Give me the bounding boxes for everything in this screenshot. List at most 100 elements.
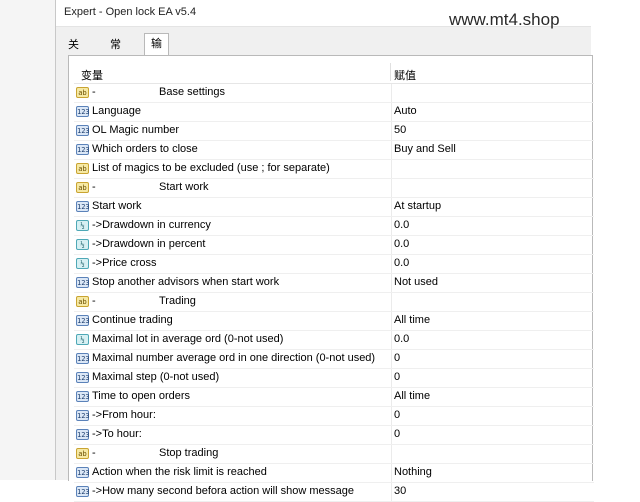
section-title: Base settings: [159, 86, 226, 98]
string-param-icon: ab: [76, 182, 89, 193]
section-row[interactable]: ab - Stop trading: [74, 445, 594, 464]
cell-divider: [391, 198, 392, 216]
section-row[interactable]: ab - Start work: [74, 179, 594, 198]
parameter-value[interactable]: 50: [394, 124, 406, 136]
cell-divider: [391, 293, 392, 311]
parameter-row[interactable]: 123 Time to open orders All time: [74, 388, 594, 407]
double-param-icon: ½: [76, 258, 89, 269]
cell-divider: [391, 483, 392, 501]
integer-param-icon: 123: [76, 467, 90, 478]
integer-param-icon: 123: [76, 125, 90, 136]
column-divider[interactable]: [390, 63, 391, 81]
double-param-icon: ½: [76, 220, 89, 231]
parameter-row[interactable]: 123 ->How many second befora action will …: [74, 483, 594, 502]
parameter-name: ->To hour:: [92, 428, 142, 440]
integer-param-icon: 123: [76, 277, 90, 288]
cell-divider: [391, 160, 392, 178]
parameter-name: Maximal lot in average ord (0-not used): [92, 333, 284, 345]
parameter-row[interactable]: 123 Continue trading All time: [74, 312, 594, 331]
parameter-value[interactable]: All time: [394, 314, 430, 326]
parameter-value[interactable]: 0.0: [394, 219, 409, 231]
parameter-value[interactable]: Not used: [394, 276, 438, 288]
parameter-row[interactable]: ½ ->Drawdown in currency 0.0: [74, 217, 594, 236]
parameter-row[interactable]: 123 ->To hour: 0: [74, 426, 594, 445]
integer-param-icon: 123: [76, 372, 90, 383]
parameter-row[interactable]: ½ Maximal lot in average ord (0-not used)…: [74, 331, 594, 350]
parameter-name: Language: [92, 105, 141, 117]
cell-divider: [391, 274, 392, 292]
cell-divider: [391, 217, 392, 235]
parameter-row[interactable]: 123 Start work At startup: [74, 198, 594, 217]
integer-param-icon: 123: [76, 144, 90, 155]
cell-divider: [391, 179, 392, 197]
string-param-icon: ab: [76, 296, 89, 307]
tab-inputs[interactable]: 输入参数: [144, 33, 169, 110]
parameter-row[interactable]: 123 Stop another advisors when start work…: [74, 274, 594, 293]
cell-divider: [391, 122, 392, 140]
cell-divider: [391, 84, 392, 102]
integer-param-icon: 123: [76, 201, 90, 212]
parameter-row[interactable]: 123 Action when the risk limit is reached…: [74, 464, 594, 483]
parameter-name: -: [92, 86, 96, 98]
parameter-name: ->Drawdown in currency: [92, 219, 211, 231]
cell-divider: [391, 407, 392, 425]
parameter-value[interactable]: 0: [394, 428, 400, 440]
watermark: www.mt4.shop: [449, 10, 560, 29]
cell-divider: [391, 369, 392, 387]
double-param-icon: ½: [76, 239, 89, 250]
parameter-row[interactable]: 123 Which orders to close Buy and Sell: [74, 141, 594, 160]
integer-param-icon: 123: [76, 486, 90, 497]
inputs-panel: 变量 赋值 ab - Base settings 123 Language Auto 123…: [68, 55, 594, 502]
parameter-value[interactable]: 0: [394, 409, 400, 421]
parameter-value[interactable]: 0.0: [394, 333, 409, 345]
parameter-value[interactable]: 0: [394, 352, 400, 364]
parameter-row[interactable]: ab List of magics to be excluded (use ; f…: [74, 160, 594, 179]
parameter-name: -: [92, 447, 96, 459]
parameter-value[interactable]: 0.0: [394, 238, 409, 250]
parameter-name: Start work: [92, 200, 142, 212]
cell-divider: [391, 331, 392, 349]
parameter-row[interactable]: 123 OL Magic number 50: [74, 122, 594, 141]
tab-common[interactable]: 常用: [104, 36, 127, 69]
cell-divider: [391, 312, 392, 330]
section-title: Start work: [159, 181, 209, 193]
variable-column-header[interactable]: 变量: [81, 67, 103, 83]
cell-divider: [391, 426, 392, 444]
section-row[interactable]: ab - Trading: [74, 293, 594, 312]
parameter-name: -: [92, 181, 96, 193]
parameter-row[interactable]: ½ ->Drawdown in percent 0.0: [74, 236, 594, 255]
parameter-name: Maximal step (0-not used): [92, 371, 220, 383]
cell-divider: [391, 255, 392, 273]
string-param-icon: ab: [76, 163, 89, 174]
value-column-header[interactable]: 赋值: [394, 67, 416, 83]
parameter-value[interactable]: Nothing: [394, 466, 432, 478]
parameter-name: Continue trading: [92, 314, 173, 326]
parameter-row[interactable]: ½ ->Price cross 0.0: [74, 255, 594, 274]
parameter-value[interactable]: Buy and Sell: [394, 143, 456, 155]
parameter-name: OL Magic number: [92, 124, 180, 136]
parameter-value[interactable]: 0: [394, 371, 400, 383]
parameter-row[interactable]: 123 Maximal number average ord in one dir…: [74, 350, 594, 369]
parameter-name: ->How many second befora action will sho…: [92, 485, 354, 497]
left-margin: [0, 0, 55, 480]
parameter-row[interactable]: 123 Maximal step (0-not used) 0: [74, 369, 594, 388]
parameter-name: Action when the risk limit is reached: [92, 466, 267, 478]
parameter-value[interactable]: Auto: [394, 105, 417, 117]
tab-about[interactable]: 关于: [62, 36, 85, 69]
parameter-name: Which orders to close: [92, 143, 198, 155]
parameter-row[interactable]: 123 ->From hour: 0: [74, 407, 594, 426]
integer-param-icon: 123: [76, 410, 90, 421]
cell-divider: [391, 141, 392, 159]
parameter-value[interactable]: 30: [394, 485, 406, 497]
parameter-value[interactable]: At startup: [394, 200, 441, 212]
section-row[interactable]: ab - Base settings: [74, 84, 594, 103]
parameter-value[interactable]: All time: [394, 390, 430, 402]
parameter-value[interactable]: 0.0: [394, 257, 409, 269]
cell-divider: [391, 445, 392, 463]
parameter-name: ->Drawdown in percent: [92, 238, 206, 250]
right-margin: [590, 0, 640, 480]
parameter-name: Stop another advisors when start work: [92, 276, 280, 288]
double-param-icon: ½: [76, 334, 89, 345]
integer-param-icon: 123: [76, 106, 90, 117]
parameter-row[interactable]: 123 Language Auto: [74, 103, 594, 122]
